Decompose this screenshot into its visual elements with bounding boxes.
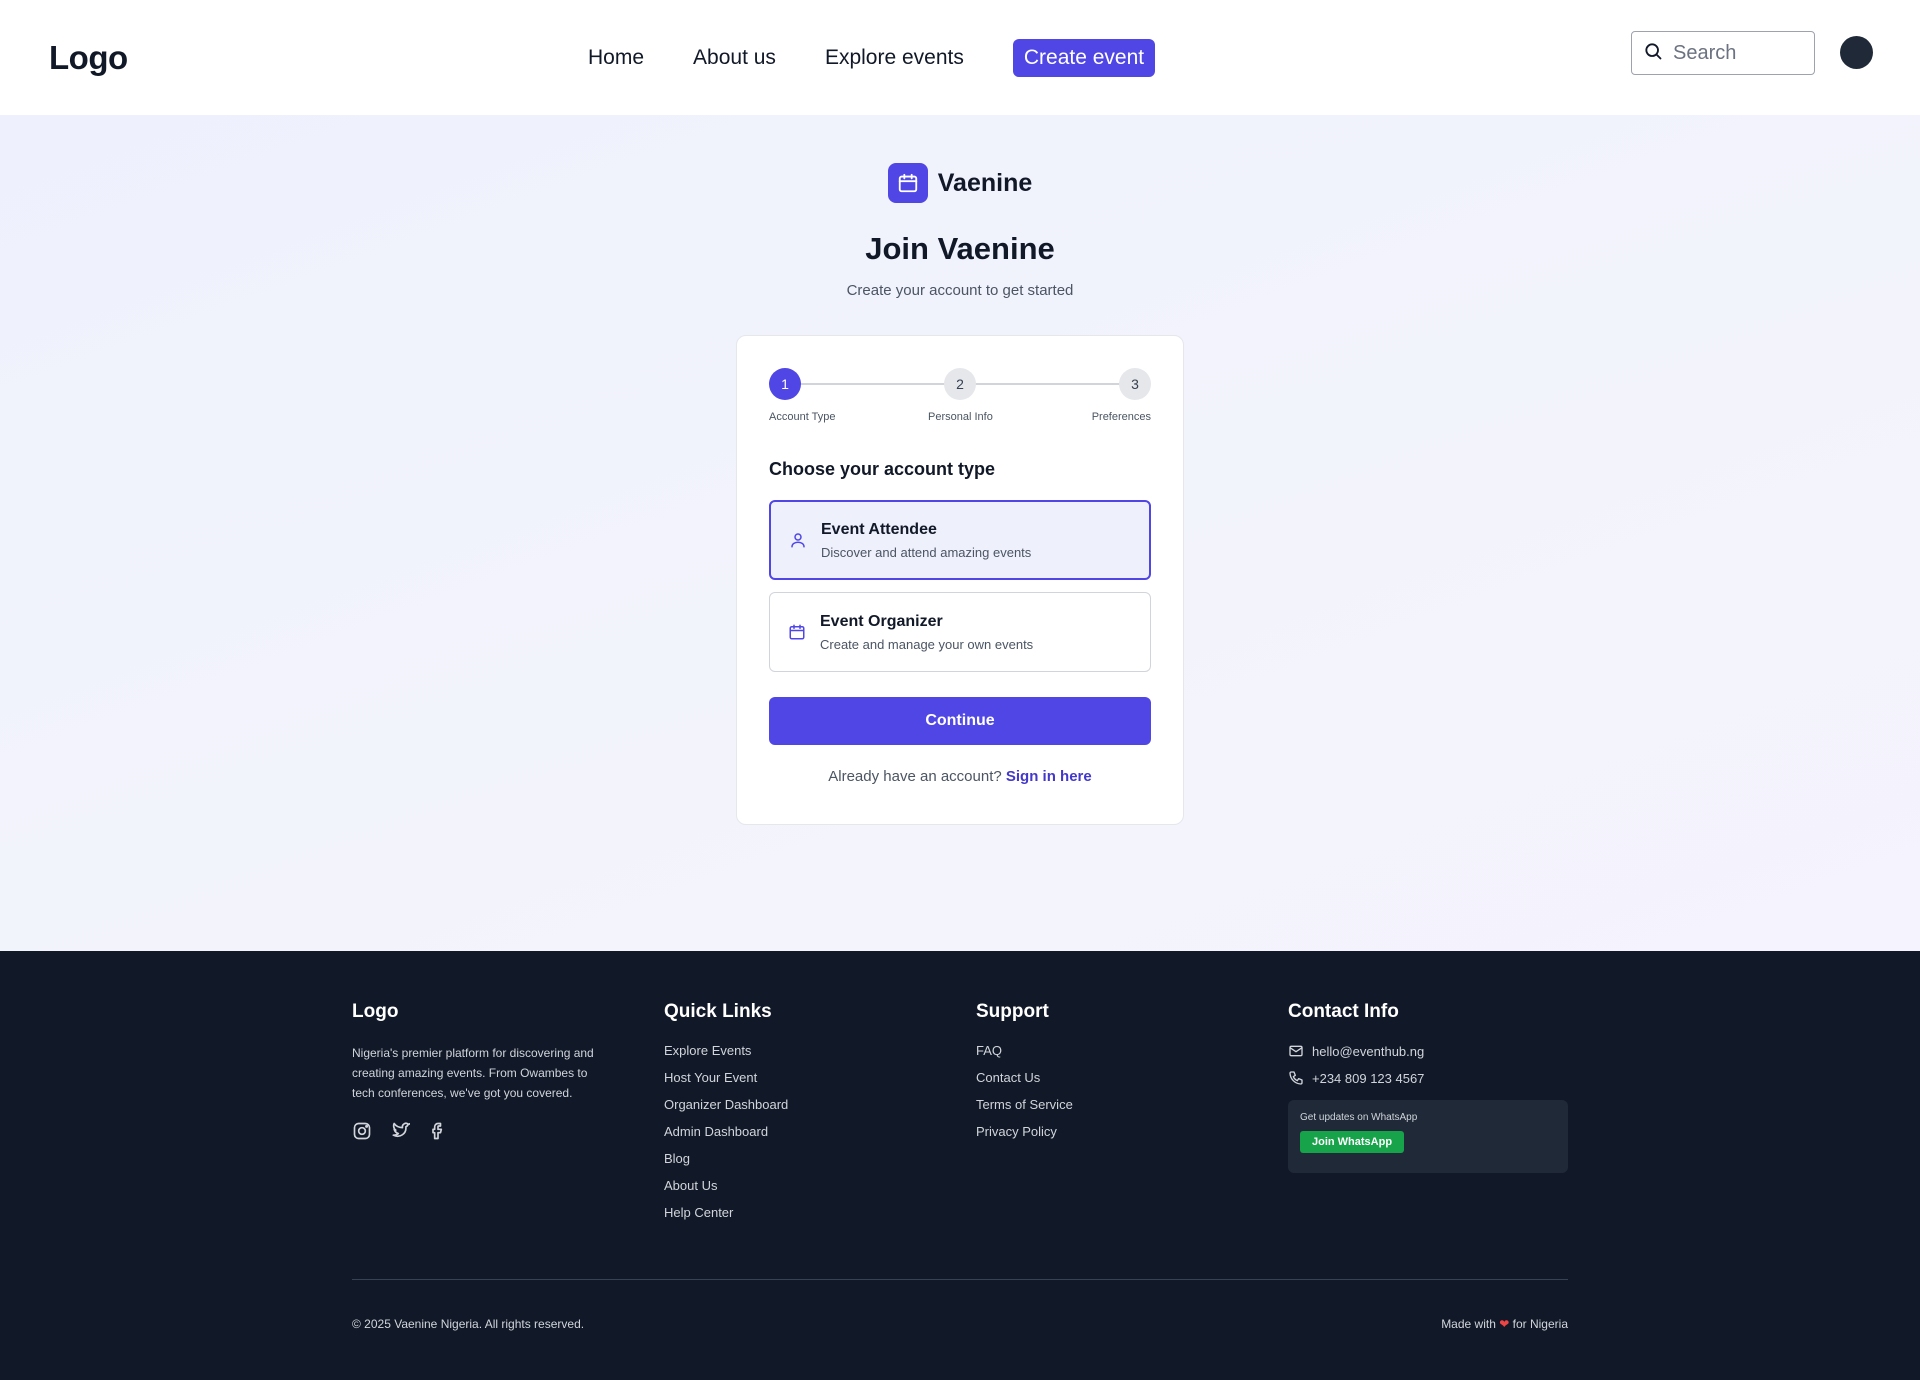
heart-icon: ❤	[1499, 1317, 1510, 1331]
social-links	[352, 1121, 612, 1141]
step-1: 1	[769, 368, 801, 400]
logo[interactable]: Logo	[49, 39, 128, 77]
nav-link-explore-events[interactable]: Explore events	[825, 46, 964, 70]
footer-link-terms[interactable]: Terms of Service	[976, 1097, 1073, 1112]
continue-button[interactable]: Continue	[769, 697, 1151, 745]
quick-links-title: Quick Links	[664, 1001, 772, 1022]
mail-icon	[1288, 1043, 1304, 1059]
footer: Logo Nigeria's premier platform for disc…	[0, 951, 1920, 1380]
search-input[interactable]	[1673, 41, 1803, 65]
create-event-button[interactable]: Create event	[1012, 38, 1156, 77]
search-icon	[1643, 41, 1663, 66]
footer-contact: Contact Info hello@eventhub.ng +234 809 …	[1288, 1001, 1568, 1173]
step-3: 3	[1119, 368, 1151, 400]
footer-quick-links: Quick Links Explore Events Host Your Eve…	[664, 1001, 788, 1232]
option-desc: Discover and attend amazing events	[821, 544, 1032, 560]
signin-prompt-text: Already have an account?	[828, 768, 1002, 785]
phone-icon	[1288, 1070, 1304, 1086]
made-with-prefix: Made with	[1441, 1317, 1496, 1331]
join-whatsapp-button[interactable]: Join WhatsApp	[1300, 1131, 1405, 1153]
footer-about: Logo Nigeria's premier platform for disc…	[352, 1001, 612, 1141]
footer-about-text: Nigeria's premier platform for discoveri…	[352, 1046, 594, 1100]
page-subtitle: Create your account to get started	[846, 282, 1074, 299]
footer-link-help-center[interactable]: Help Center	[664, 1205, 788, 1220]
stepper: 1 2 3 Account Type Personal Info Prefere…	[769, 368, 1151, 428]
contact-email: hello@eventhub.ng	[1288, 1043, 1568, 1059]
made-with-suffix: for Nigeria	[1512, 1317, 1568, 1331]
signin-link[interactable]: Sign in here	[1006, 768, 1092, 785]
section-title: Choose your account type	[769, 459, 996, 479]
step-2-label: Personal Info	[928, 411, 993, 423]
footer-link-host-event[interactable]: Host Your Event	[664, 1070, 788, 1085]
option-event-attendee[interactable]: Event Attendee Discover and attend amazi…	[769, 500, 1151, 580]
support-title: Support	[976, 1001, 1049, 1022]
contact-phone-text[interactable]: +234 809 123 4567	[1312, 1071, 1424, 1086]
footer-link-explore-events[interactable]: Explore Events	[664, 1043, 788, 1058]
nav-link-about[interactable]: About us	[693, 46, 776, 70]
option-title: Event Attendee	[821, 520, 937, 538]
nav-links: Home About us Explore events Create even…	[588, 0, 1156, 115]
option-desc: Create and manage your own events	[820, 636, 1034, 652]
signin-prompt: Already have an account? Sign in here	[737, 768, 1183, 785]
step-1-label: Account Type	[769, 411, 836, 423]
page-title: Join Vaenine	[865, 231, 1055, 266]
contact-title: Contact Info	[1288, 1001, 1399, 1022]
contact-email-text[interactable]: hello@eventhub.ng	[1312, 1044, 1424, 1059]
calendar-icon	[887, 163, 928, 203]
option-title: Event Organizer	[820, 612, 943, 630]
brand-name: Vaenine	[937, 168, 1033, 197]
footer-link-admin-dashboard[interactable]: Admin Dashboard	[664, 1124, 788, 1139]
signup-card: 1 2 3 Account Type Personal Info Prefere…	[736, 335, 1184, 825]
footer-link-faq[interactable]: FAQ	[976, 1043, 1073, 1058]
facebook-icon[interactable]	[428, 1121, 448, 1141]
footer-divider	[352, 1279, 1568, 1280]
footer-link-privacy[interactable]: Privacy Policy	[976, 1124, 1073, 1139]
step-2: 2	[944, 368, 976, 400]
footer-support: Support FAQ Contact Us Terms of Service …	[976, 1001, 1073, 1151]
step-3-label: Preferences	[1091, 411, 1151, 423]
contact-phone: +234 809 123 4567	[1288, 1070, 1568, 1086]
footer-link-about-us[interactable]: About Us	[664, 1178, 788, 1193]
avatar[interactable]	[1840, 36, 1873, 69]
whatsapp-box: Get updates on WhatsApp Join WhatsApp	[1288, 1100, 1568, 1173]
instagram-icon[interactable]	[352, 1121, 372, 1141]
nav-link-home[interactable]: Home	[588, 46, 644, 70]
copyright: © 2025 Vaenine Nigeria. All rights reser…	[352, 1317, 585, 1331]
search-box[interactable]	[1631, 31, 1815, 75]
top-nav: Logo Home About us Explore events Create…	[0, 0, 1920, 115]
made-with: Made with ❤ for Nigeria	[1441, 1317, 1568, 1331]
footer-link-contact-us[interactable]: Contact Us	[976, 1070, 1073, 1085]
footer-link-organizer-dashboard[interactable]: Organizer Dashboard	[664, 1097, 788, 1112]
twitter-icon[interactable]	[390, 1121, 410, 1141]
brand: Vaenine	[0, 163, 1920, 203]
whatsapp-text: Get updates on WhatsApp	[1300, 1112, 1418, 1123]
user-icon	[789, 531, 807, 549]
footer-link-blog[interactable]: Blog	[664, 1151, 788, 1166]
footer-logo[interactable]: Logo	[352, 1001, 612, 1023]
signup-section: Vaenine Join Vaenine Create your account…	[0, 115, 1920, 951]
option-event-organizer[interactable]: Event Organizer Create and manage your o…	[769, 592, 1151, 672]
calendar-icon	[788, 623, 806, 641]
